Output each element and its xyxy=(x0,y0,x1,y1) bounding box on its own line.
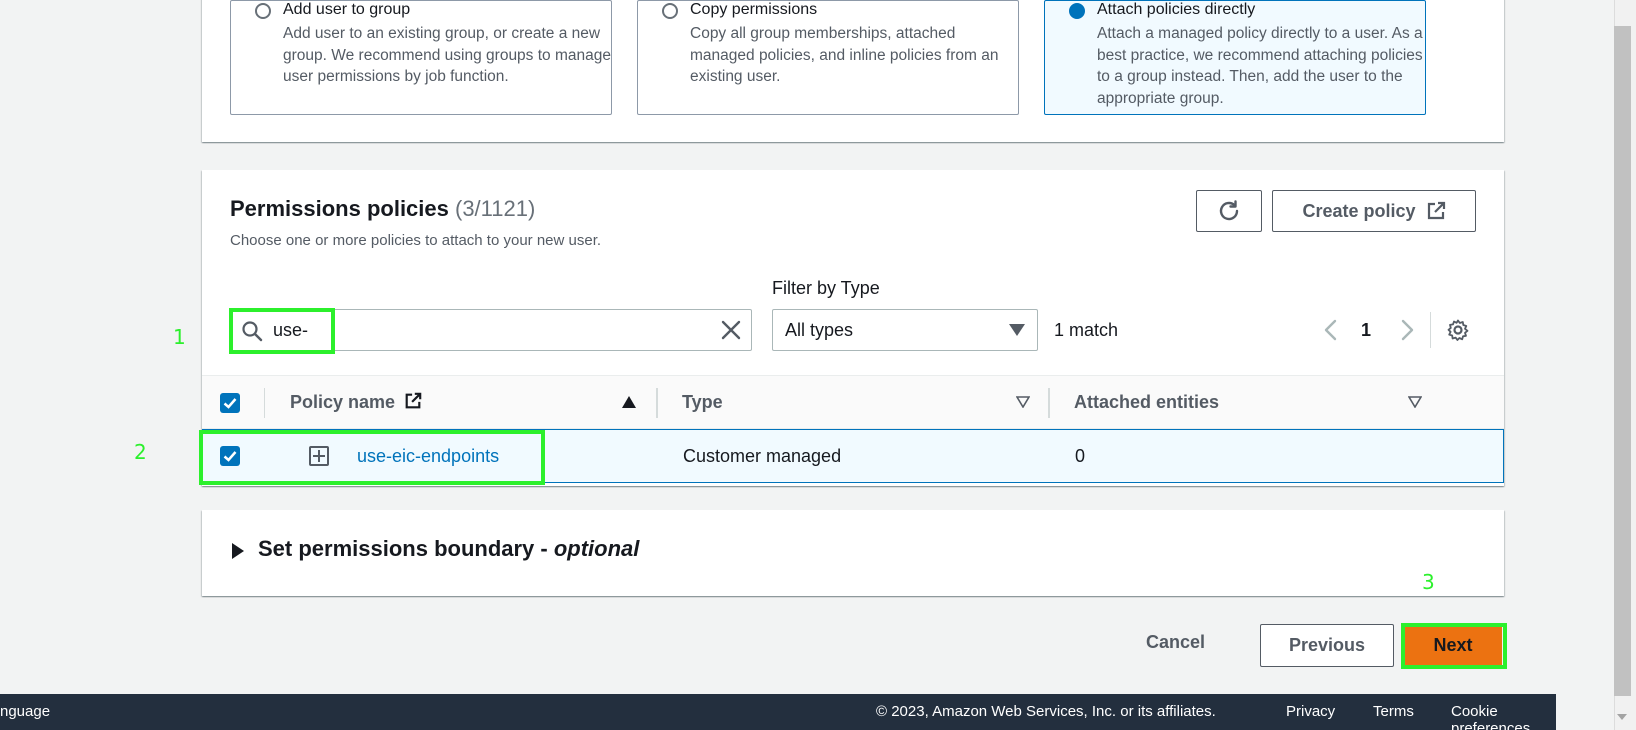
external-link-icon xyxy=(1427,201,1445,220)
permission-options-card: Add user to group Add user to an existin… xyxy=(202,0,1504,142)
annotation-number: 1 xyxy=(173,325,186,349)
table-header: Policy name Type Attached entities xyxy=(202,375,1504,429)
column-divider[interactable] xyxy=(1048,388,1050,418)
boundary-title-optional: optional xyxy=(553,536,640,561)
boundary-title-text: Set permissions boundary - xyxy=(258,536,554,561)
chevron-right-icon[interactable] xyxy=(1396,318,1418,342)
option-description: Add user to an existing group, or create… xyxy=(283,25,611,85)
option-attach-policies-directly[interactable]: Attach policies directly Attach a manage… xyxy=(1044,0,1426,115)
option-description: Attach a managed policy directly to a us… xyxy=(1097,25,1423,107)
filter-by-type-select[interactable]: All types xyxy=(772,309,1038,351)
policy-type: Customer managed xyxy=(683,446,842,466)
filter-value: All types xyxy=(785,320,854,340)
table-row[interactable]: use-eic-endpoints Customer managed 0 xyxy=(202,429,1504,483)
check-icon xyxy=(223,451,237,462)
attached-entities-count: 0 xyxy=(1075,446,1086,466)
page-number[interactable]: 1 xyxy=(1361,320,1371,341)
permissions-count: (3/1121) xyxy=(455,196,536,221)
scroll-down-arrow-icon[interactable] xyxy=(1617,714,1627,720)
radio-add-user-to-group[interactable] xyxy=(255,3,271,19)
external-link-icon xyxy=(405,392,422,409)
permissions-title-text: Permissions policies xyxy=(230,196,449,221)
footer: nguage © 2023, Amazon Web Services, Inc.… xyxy=(0,694,1556,730)
permissions-policies-card: Permissions policies (3/1121) Choose one… xyxy=(202,170,1504,486)
gear-icon[interactable] xyxy=(1446,318,1470,342)
policy-search-input[interactable]: use- xyxy=(230,309,752,351)
caret-right-icon[interactable] xyxy=(232,543,244,559)
create-policy-label: Create policy xyxy=(1302,200,1416,221)
column-divider xyxy=(264,388,265,418)
refresh-icon xyxy=(1219,200,1239,221)
scrollbar-thumb[interactable] xyxy=(1614,26,1631,696)
option-copy-permissions[interactable]: Copy permissions Copy all group membersh… xyxy=(637,0,1019,115)
sort-icon[interactable] xyxy=(1016,396,1030,408)
chevron-left-icon[interactable] xyxy=(1320,318,1342,342)
annotation-number: 3 xyxy=(1422,570,1435,594)
select-all-checkbox[interactable] xyxy=(220,393,240,413)
option-description: Copy all group memberships, attached man… xyxy=(690,25,999,85)
policy-name-link[interactable]: use-eic-endpoints xyxy=(357,446,499,467)
previous-button[interactable]: Previous xyxy=(1260,624,1394,667)
caret-down-icon xyxy=(1009,324,1025,336)
permissions-boundary-title[interactable]: Set permissions boundary - optional xyxy=(258,536,639,562)
pager-divider xyxy=(1430,312,1431,348)
radio-attach-policies-directly[interactable] xyxy=(1069,3,1085,19)
cancel-button[interactable]: Cancel xyxy=(1146,632,1205,653)
column-header-type[interactable]: Type xyxy=(682,392,723,413)
close-icon[interactable] xyxy=(721,320,741,340)
next-button[interactable]: Next xyxy=(1404,624,1502,667)
permissions-title: Permissions policies (3/1121) xyxy=(230,196,535,222)
terms-link[interactable]: Terms xyxy=(1373,703,1414,720)
match-count: 1 match xyxy=(1054,320,1119,340)
cookie-preferences-link[interactable]: Cookie preferences xyxy=(1451,703,1556,730)
permissions-description: Choose one or more policies to attach to… xyxy=(230,232,602,249)
search-value: use- xyxy=(273,320,309,340)
option-title: Copy permissions xyxy=(690,1,818,18)
expand-icon[interactable] xyxy=(309,446,329,466)
language-selector[interactable]: nguage xyxy=(0,703,50,720)
copyright-text: © 2023, Amazon Web Services, Inc. or its… xyxy=(876,703,1216,720)
option-title: Add user to group xyxy=(283,1,411,18)
annotation-number: 2 xyxy=(134,440,147,464)
column-header-policy-name[interactable]: Policy name xyxy=(290,392,422,413)
row-checkbox[interactable] xyxy=(220,446,240,466)
radio-copy-permissions[interactable] xyxy=(662,3,678,19)
column-header-attached-entities[interactable]: Attached entities xyxy=(1074,392,1219,413)
sort-icon[interactable] xyxy=(1408,396,1422,408)
filter-by-type-label: Filter by Type xyxy=(772,278,880,298)
page-gutter xyxy=(1556,0,1614,730)
privacy-link[interactable]: Privacy xyxy=(1286,703,1335,720)
column-divider[interactable] xyxy=(656,388,658,418)
create-policy-button[interactable]: Create policy xyxy=(1272,190,1476,232)
permissions-boundary-section[interactable]: Set permissions boundary - optional xyxy=(202,510,1504,596)
search-icon xyxy=(242,321,263,342)
option-add-user-to-group[interactable]: Add user to group Add user to an existin… xyxy=(230,0,612,115)
sort-ascending-icon[interactable] xyxy=(622,396,636,408)
refresh-button[interactable] xyxy=(1196,190,1262,232)
column-label: Policy name xyxy=(290,392,396,412)
check-icon xyxy=(223,398,237,409)
option-title: Attach policies directly xyxy=(1097,1,1256,18)
